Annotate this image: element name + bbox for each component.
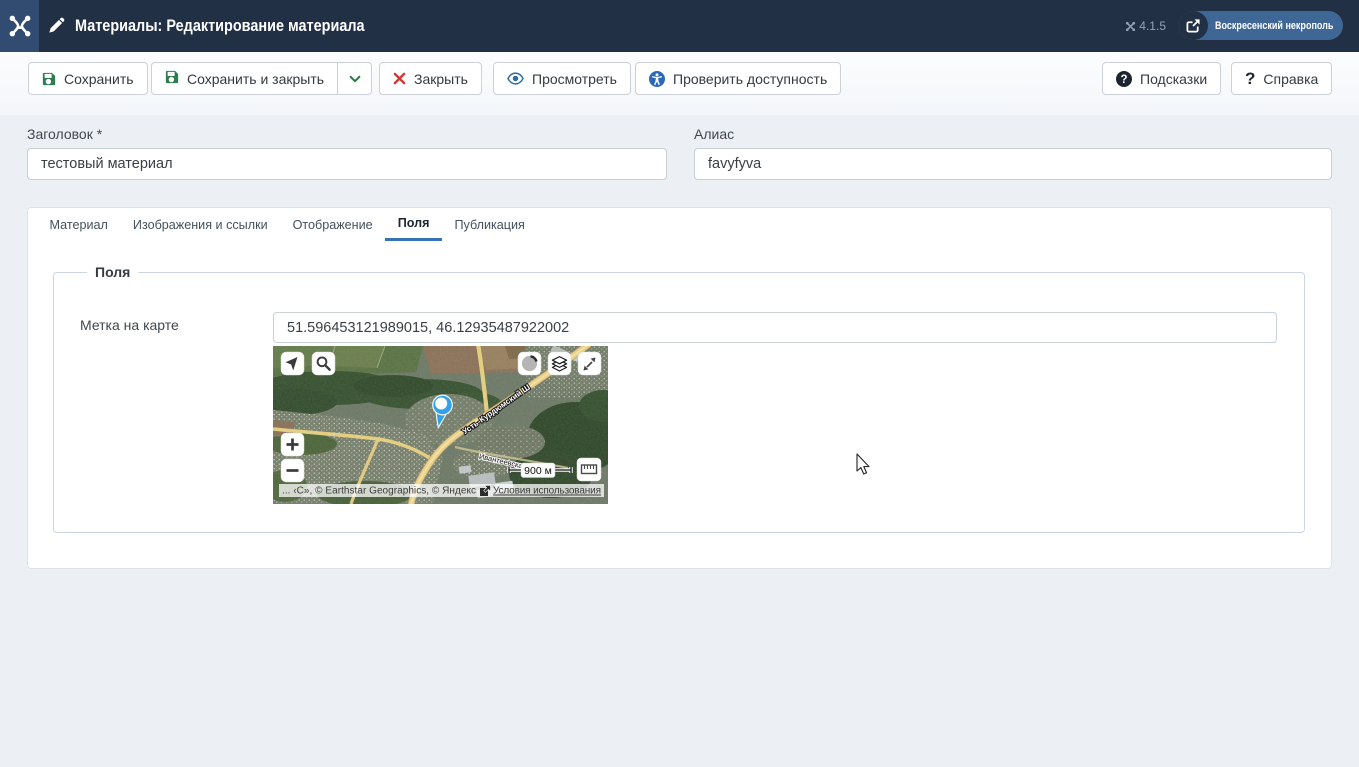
svg-text:?: ? bbox=[1120, 74, 1127, 86]
svg-text:900 м: 900 м bbox=[524, 465, 552, 477]
svg-text:... ‹С», © Earthstar Geographi: ... ‹С», © Earthstar Geographics, © Янде… bbox=[282, 486, 476, 497]
svg-text:Условия использования: Условия использования bbox=[493, 486, 601, 497]
